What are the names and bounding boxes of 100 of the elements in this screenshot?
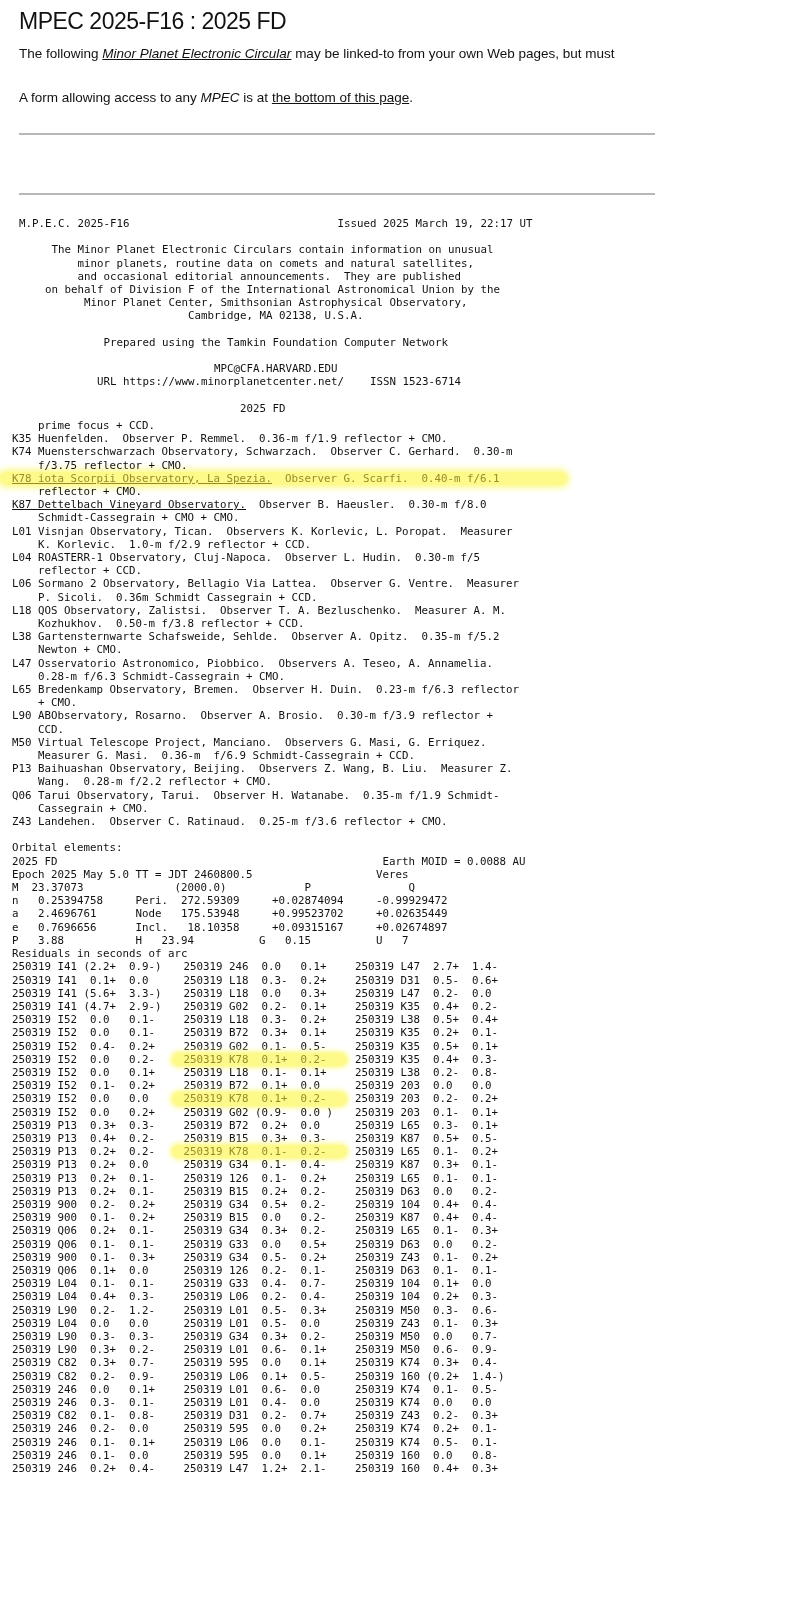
residual-entry: 250319 K35 0.5+ 0.1+ <box>355 1039 499 1053</box>
observatory-line: Q06 Tarui Observatory, Tarui. Observer H. Watanabe. 0.35-m f/1.9 Schmidt- <box>12 788 500 802</box>
residual-entry: 250319 D63 0.0 0.2- <box>355 1237 499 1251</box>
bottom-of-page-link[interactable]: the bottom of this page <box>271 90 410 105</box>
residual-entry: 250319 C82 0.1- 0.8- <box>12 1409 156 1423</box>
residual-entry: 250319 Q06 0.1+ 0.0 <box>12 1263 150 1278</box>
orbital-elements-line: n 0.25394758 Peri. 272.59309 +0.02874094 -0.99929472 <box>12 894 449 908</box>
circular-header-line: Cambridge, MA 02138, U.S.A. <box>187 309 365 323</box>
observatory-line: f/3.75 reflector + CMO. <box>37 458 189 472</box>
residual-entry: 250319 G02 (0.9- 0.0 ) <box>183 1105 334 1119</box>
residual-entry: 250319 K74 0.3+ 0.4- <box>355 1356 499 1370</box>
observatory-line: Measurer G. Masi. 0.36-m f/6.9 Schmidt-Cassegrain + CCD. <box>37 749 417 763</box>
residual-entry: 250319 I41 (5.6+ 3.3-) <box>12 986 163 1000</box>
circular-header-line: Prepared using the Tamkin Foundation Computer Network <box>102 335 450 349</box>
residual-entry: 250319 900 0.1- 0.2+ <box>12 1211 156 1225</box>
orbital-elements-line: P 3.88 H 23.94 G 0.15 U 7 <box>12 933 410 948</box>
residual-entry: 250319 L01 0.6- 0.1+ <box>183 1343 328 1357</box>
residual-entry: 250319 L47 1.2+ 2.1- <box>183 1462 328 1476</box>
residual-entry: 250319 I41 (4.7+ 2.9-) <box>12 999 163 1014</box>
residual-entry: 250319 L01 0.6- 0.0 <box>183 1382 321 1396</box>
observatory-line: Observer G. Scarfi. 0.40-m f/6.1 <box>284 471 500 485</box>
residual-entry: 250319 246 0.0 0.1+ <box>12 1382 156 1396</box>
residual-entry: 250319 I41 (2.2+ 0.9-) <box>12 960 163 974</box>
residual-entry: 250319 595 0.0 0.1+ <box>183 1448 328 1462</box>
observatory-line: P13 Baihuashan Observatory, Beijing. Observers Z. Wang, B. Liu. Measurer Z. <box>12 762 513 776</box>
observatory-line: Newton + CMO. <box>37 643 124 657</box>
orbital-elements-line: a 2.4696761 Node 175.53948 +0.99523702 +0.02635449 <box>12 907 449 921</box>
residual-entry: 250319 246 0.1- 0.1+ <box>12 1435 156 1449</box>
residual-entry: 250319 I52 0.1- 0.2+ <box>12 1079 156 1093</box>
residual-entry: 250319 C82 0.3+ 0.7- <box>12 1356 156 1370</box>
residual-entry: 250319 L65 0.1- 0.2+ <box>355 1145 499 1159</box>
circular-link[interactable]: Minor Planet Electronic Circular <box>102 46 292 61</box>
residual-entry: 250319 L01 0.5- 0.3+ <box>183 1303 328 1317</box>
residual-entry: 250319 L18 0.0 0.3+ <box>183 986 328 1000</box>
residual-entry: 250319 L06 0.0 0.1- <box>183 1435 328 1449</box>
residual-entry: 250319 L01 0.5- 0.0 <box>183 1316 321 1330</box>
residual-entry: 250319 P13 0.2+ 0.2- <box>12 1145 156 1159</box>
residual-entry: 250319 L90 0.2- 1.2- <box>12 1303 156 1317</box>
observatory-line: M50 Virtual Telescope Project, Manciano. Observers G. Masi, G. Erriquez. <box>12 735 487 749</box>
residual-entry: 250319 C82 0.2- 0.9- <box>12 1369 156 1383</box>
orbital-elements-line: e 0.7696656 Incl. 18.10358 +0.09315167 +0.02674897 <box>12 920 449 934</box>
residual-entry: 250319 P13 0.2+ 0.1- <box>12 1184 156 1198</box>
residual-entry: 250319 L18 0.3- 0.2+ <box>183 1013 328 1027</box>
residual-entry: 250319 K78 0.1- 0.2- <box>171 1145 347 1159</box>
residual-entry: 250319 K35 0.4+ 0.3- <box>355 1052 499 1066</box>
residual-entry: 250319 Z43 0.1- 0.2+ <box>355 1250 499 1264</box>
residual-entry: 250319 K87 0.5+ 0.5- <box>355 1131 499 1146</box>
observatory-line: Wang. 0.28-m f/2.2 reflector + CMO. <box>37 775 273 789</box>
residual-entry: 250319 160 0.4+ 0.3+ <box>355 1462 499 1476</box>
observatory-line: L04 ROASTERR-1 Observatory, Cluj-Napoca. Observer L. Hudin. 0.30-m f/5 <box>12 551 481 564</box>
residual-entry: 250319 Q06 0.1- 0.1- <box>12 1237 156 1251</box>
circular-header-line: M.P.E.C. 2025-F16 Issued 2025 March 19, 22:17 UT <box>19 217 534 231</box>
observatory-line: L06 Sormano 2 Observatory, Bellagio Via Lattea. Observer G. Ventre. Measurer <box>12 577 520 591</box>
circular-header-line: The Minor Planet Electronic Circulars contain information on unusual <box>50 243 495 257</box>
residual-entry: 250319 P13 0.2+ 0.0 <box>12 1158 150 1172</box>
residual-entry: 250319 K87 0.3+ 0.1- <box>355 1158 499 1172</box>
residual-entry: 250319 160 (0.2+ 1.4-) <box>355 1369 506 1383</box>
observatory-line: L38 Gartensternwarte Schafsweide, Sehlde. Observer A. Opitz. 0.35-m f/5.2 <box>12 630 500 644</box>
residual-entry: 250319 246 0.2+ 0.4- <box>12 1462 156 1476</box>
residual-entry: 250319 246 0.2- 0.0 <box>12 1422 150 1436</box>
observatory-line: K35 Huenfelden. Observer P. Remmel. 0.36-m f/1.9 reflector + CMO. <box>12 432 448 446</box>
residual-entry: 250319 B15 0.0 0.2- <box>183 1211 328 1225</box>
observatory-line: CCD. <box>37 722 65 736</box>
residual-entry: 250319 203 0.0 0.0 <box>355 1079 493 1093</box>
residual-entry: 250319 L04 0.4+ 0.3- <box>12 1290 156 1304</box>
residual-entry: 250319 203 0.2- 0.2+ <box>355 1092 499 1106</box>
residual-entry: 250319 L47 2.7+ 1.4- <box>355 960 499 974</box>
residual-entry: 250319 246 0.1- 0.0 <box>12 1448 150 1462</box>
residual-entry: 250319 I52 0.0 0.1- <box>12 1013 156 1027</box>
observatory-line: L47 Osservatorio Astronomico, Piobbico. Observers A. Teseo, A. Annamelia. <box>12 656 494 670</box>
residual-entry: 250319 G33 0.4- 0.7- <box>183 1277 328 1291</box>
observatory-line: Cassegrain + CMO. <box>37 801 150 816</box>
residual-entry: 250319 900 0.2- 0.2+ <box>12 1197 156 1212</box>
residual-entry: 250319 G34 0.5+ 0.2- <box>183 1197 328 1212</box>
form-note: A form allowing access to any MPEC is at the bottom of this page. <box>19 89 414 107</box>
residual-entry: 250319 K78 0.1+ 0.2- <box>171 1052 347 1066</box>
intro-paragraph: The following Minor Planet Electronic Circular may be linked-to from your own Web pages, but must <box>19 45 616 63</box>
residual-entry: 250319 L01 0.4- 0.0 <box>183 1396 321 1410</box>
observatory-link[interactable]: K87 Dettelbach Vineyard Observatory. <box>12 498 246 512</box>
observatory-line: L18 QOS Observatory, Zalistsi. Observer T. A. Bezluschenko. Measurer A. M. <box>12 603 507 617</box>
residual-entry: 250319 P13 0.2+ 0.1- <box>12 1171 156 1185</box>
observatory-line: K. Korlevic. 1.0-m f/2.9 reflector + CCD. <box>37 537 312 551</box>
observatory-line: L65 Bredenkamp Observatory, Bremen. Observer H. Duin. 0.23-m f/6.3 reflector <box>12 683 520 697</box>
observatory-line: Schmidt-Cassegrain + CMO + CMO. <box>37 511 241 525</box>
residual-entry: 250319 900 0.1- 0.3+ <box>12 1250 156 1264</box>
residual-entry: 250319 104 0.2+ 0.3- <box>355 1290 499 1304</box>
residual-entry: 250319 I52 0.0 0.2- <box>12 1052 156 1066</box>
residual-entry: 250319 L04 0.1- 0.1- <box>12 1277 156 1291</box>
circular-header-line: Minor Planet Center, Smithsonian Astrophysical Observatory, <box>83 296 469 310</box>
residual-entry: 250319 I52 0.0 0.1+ <box>12 1065 156 1080</box>
observatory-line: prime focus + CCD. <box>37 419 155 432</box>
observatory-line: 0.28-m f/6.3 Schmidt-Cassegrain + CMO. <box>37 669 286 684</box>
residual-entry: 250319 L90 0.3+ 0.2- <box>12 1343 156 1357</box>
residual-entry: 250319 L38 0.2- 0.8- <box>355 1065 499 1080</box>
residual-entry: 250319 M50 0.6- 0.9- <box>355 1343 499 1357</box>
residual-entry: 250319 D63 0.1- 0.1- <box>355 1263 499 1278</box>
residual-entry: 250319 G33 0.0 0.5+ <box>183 1237 328 1251</box>
circular-header-line: URL https://www.minorplanetcenter.net/ ISSN 1523-6714 <box>96 375 463 389</box>
residual-entry: 250319 K74 0.2+ 0.1- <box>355 1422 499 1436</box>
observatory-line: L90 ABObservatory, Rosarno. Observer A. Brosio. 0.30-m f/3.9 reflector + <box>12 709 494 723</box>
